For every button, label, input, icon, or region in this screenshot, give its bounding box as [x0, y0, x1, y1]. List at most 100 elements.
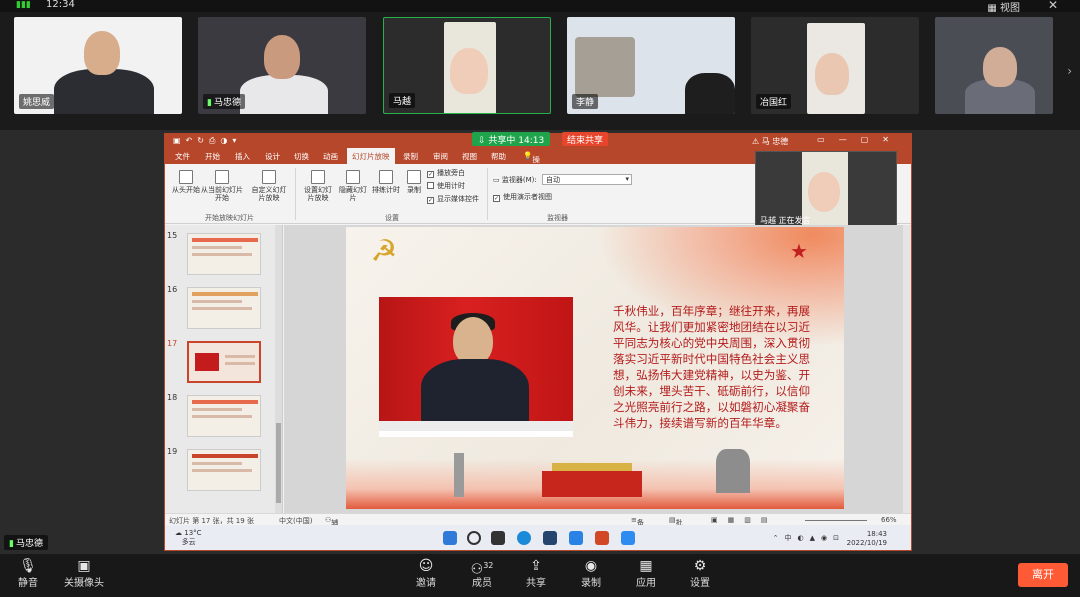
participant-face [815, 53, 849, 95]
apps-button[interactable]: ▦ 应用 [634, 558, 658, 589]
ppt-user[interactable]: ⚠ 马 忠德 [752, 136, 788, 147]
tell-me-search[interactable]: 💡 操作说明搜索 [523, 151, 540, 219]
tab-animations[interactable]: 动画 [323, 151, 338, 162]
participant-face [84, 31, 120, 75]
participant-tile[interactable] [935, 17, 1053, 114]
thumbnail-scrollbar[interactable] [275, 225, 282, 513]
tab-home[interactable]: 开始 [205, 151, 220, 162]
system-tray-icons[interactable]: ⌃中◐▲◉⊡ [773, 533, 845, 543]
tab-review[interactable]: 审阅 [433, 151, 448, 162]
timing-checkbox[interactable]: 使用计时 [427, 181, 465, 191]
participant-face [450, 48, 488, 94]
invite-button[interactable]: ☺ 邀请 [414, 558, 438, 589]
participant-room [575, 37, 635, 97]
monitor-select[interactable]: 自动 ▾ [542, 174, 632, 185]
thumb-photo [195, 353, 219, 371]
slide-thumbnail[interactable] [187, 287, 261, 329]
participant-tile-active[interactable]: 马越 [383, 17, 551, 114]
taskbar-clock[interactable]: 18:43 2022/10/19 [847, 530, 887, 548]
slide-number: 17 [167, 339, 178, 348]
zoom-slider[interactable] [805, 520, 867, 521]
participant-tile[interactable]: 李静 [567, 17, 735, 114]
chevron-right-icon[interactable]: › [1067, 64, 1072, 78]
powerpoint-window: ▣↶↻⎙◑▾ ⚠ 马 忠德 ▭—▢✕ 文件 开始 插入 设计 切换 动画 幻灯片… [164, 133, 912, 551]
narration-checkbox[interactable]: ✓ 播放旁白 [427, 168, 465, 178]
participant-name: 马越 [389, 93, 416, 108]
leave-button[interactable]: 离开 [1018, 563, 1068, 587]
meeting-controls: 🎙 静音 ▣ 关摄像头 ☺ 邀请 ⚇32 成员 ⇪ 共享 ◉ 录制 ▦ 应用 ⚙ 设置 离开 [0, 554, 1080, 597]
powerpoint-icon[interactable] [595, 531, 609, 545]
members-icon: ⚇32 [470, 561, 494, 578]
window-controls[interactable]: ▭—▢✕ [817, 135, 903, 144]
participant-video [685, 73, 735, 114]
share-icon: ⇪ [530, 558, 542, 574]
tab-transitions[interactable]: 切换 [294, 151, 309, 162]
settings-button[interactable]: ⚙ 设置 [688, 558, 712, 589]
meeting-app-icon[interactable] [621, 531, 635, 545]
hide-slide-button[interactable]: 隐藏幻灯片 [337, 170, 369, 202]
custom-show-button[interactable]: 自定义幻灯片放映 [249, 170, 289, 202]
media-controls-checkbox[interactable]: ✓ 显示媒体控件 [427, 194, 479, 204]
members-button[interactable]: ⚇32 成员 [468, 558, 496, 589]
signal-icon: ▮▮▮ [16, 0, 31, 10]
weather-widget[interactable]: ☁ 13°C 多云 [175, 529, 202, 547]
system-status-bar: ▮▮▮ 12:34 ▦ 视图 ✕ [0, 0, 1080, 14]
tab-file[interactable]: 文件 [175, 151, 190, 162]
end-share-button[interactable]: 结束共享 [562, 132, 609, 146]
rehearse-button[interactable]: 排练计时 [369, 170, 403, 194]
scrollbar-thumb[interactable] [276, 423, 281, 503]
tab-help[interactable]: 帮助 [491, 151, 506, 162]
comments-button[interactable]: ▤ 批注 [669, 516, 683, 537]
store-icon[interactable] [543, 531, 557, 545]
participant-tile[interactable]: 冶国红 [751, 17, 919, 114]
tiananmen-decoration [542, 463, 642, 497]
participant-tile[interactable]: 姚思威 [14, 17, 182, 114]
slide-thumbnail[interactable] [187, 395, 261, 437]
from-current-button[interactable]: 从当前幻灯片开始 [201, 170, 243, 202]
view-mode-icons[interactable]: ▣▦▥▤ [711, 516, 777, 524]
camera-button[interactable]: ▣ 关摄像头 [62, 558, 106, 589]
tab-view[interactable]: 视图 [462, 151, 477, 162]
quick-access-icons[interactable]: ▣↶↻⎙◑▾ [173, 136, 241, 146]
share-status: ⇩ 共享中 14:13 [472, 132, 551, 146]
pip-face [808, 172, 840, 212]
close-icon[interactable]: ✕ [1048, 0, 1058, 12]
from-start-button[interactable]: 从头开始 [169, 170, 203, 194]
setup-show-button[interactable]: 设置幻灯片放映 [301, 170, 335, 202]
speaker-pip-video[interactable]: 马越 正在发言 [755, 151, 897, 230]
settings-icon: ⚙ [693, 558, 707, 574]
record-show-button[interactable]: 录制 [403, 170, 425, 194]
edge-icon[interactable] [517, 531, 531, 545]
canvas-scrollbar[interactable] [903, 225, 911, 513]
chevron-down-icon: ▾ [625, 175, 629, 183]
accessibility-status[interactable]: ⚇ 辅助功能: 调查 [325, 516, 341, 550]
hide-slide-icon [346, 170, 360, 184]
mic-on-icon: ▮ [207, 98, 212, 108]
participant-tile[interactable]: ▮ 马忠德 [198, 17, 366, 114]
share-button[interactable]: ⇪ 共享 [524, 558, 548, 589]
members-count: 32 [483, 561, 494, 570]
start-icon[interactable] [443, 531, 457, 545]
tab-insert[interactable]: 插入 [235, 151, 250, 162]
mute-button[interactable]: 🎙 静音 [16, 558, 40, 589]
participant-name: 冶国红 [756, 94, 792, 109]
record-button[interactable]: ◉ 录制 [579, 558, 603, 589]
group-label-start: 开始放映幻灯片 [205, 214, 254, 222]
search-icon[interactable] [467, 531, 481, 545]
task-view-icon[interactable] [491, 531, 505, 545]
tab-slideshow[interactable]: 幻灯片放映 [347, 148, 395, 165]
presenter-view-checkbox[interactable]: ✓ 使用演示者视图 [493, 192, 552, 202]
ribbon-divider [487, 168, 488, 220]
slide-thumbnail[interactable] [187, 233, 261, 275]
group-label-monitor: 监视器 [547, 214, 568, 222]
notes-button[interactable]: ≡ 备注 [631, 516, 644, 537]
tab-record[interactable]: 录制 [403, 151, 418, 162]
monument-decoration [454, 453, 464, 497]
zoom-level[interactable]: 66% [881, 516, 897, 524]
participant-face [983, 47, 1017, 87]
current-slide[interactable]: ★ ☭ 千秋伟业，百年序章；继往开来，再展风华。让我们更加紧密地团结在以习近平同… [346, 227, 844, 509]
slide-thumbnail-selected[interactable] [187, 341, 261, 383]
slide-thumbnail[interactable] [187, 449, 261, 491]
app-icon[interactable] [569, 531, 583, 545]
tab-design[interactable]: 设计 [265, 151, 280, 162]
